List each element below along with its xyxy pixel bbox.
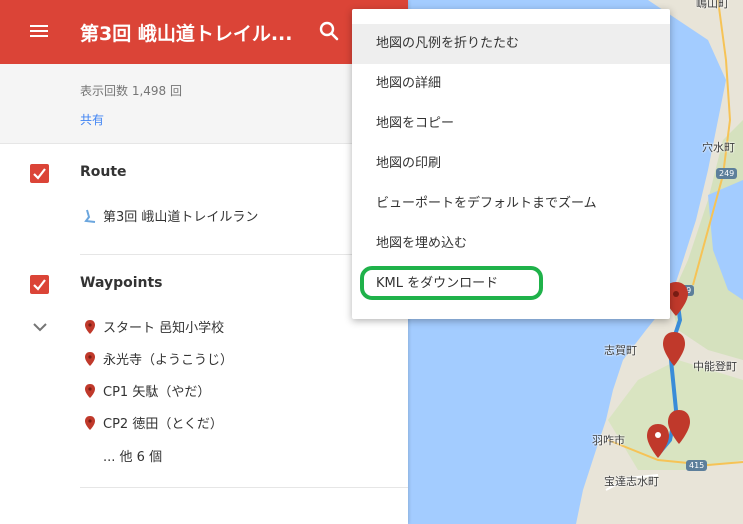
view-count: 表示回数 1,498 回 bbox=[80, 84, 182, 98]
map-pin-icon bbox=[84, 319, 98, 339]
list-item[interactable]: CP2 徳田（とくだ） bbox=[84, 413, 223, 435]
waypoint-label: 永光寺（ようこうじ） bbox=[103, 353, 234, 368]
map-label-anamizu: 穴水町 bbox=[702, 141, 735, 154]
search-icon[interactable] bbox=[316, 18, 344, 46]
waypoint-label: CP1 矢駄（やだ） bbox=[103, 385, 211, 400]
list-item[interactable]: 永光寺（ようこうじ） bbox=[84, 349, 233, 371]
map-options-menu: 地図の凡例を折りたたむ 地図の詳細 地図をコピー 地図の印刷 ビューポートをデフ… bbox=[352, 9, 670, 319]
layer-title-waypoints[interactable]: Waypoints bbox=[80, 275, 163, 291]
waypoints-layer-checkbox[interactable] bbox=[30, 275, 49, 294]
map-title[interactable]: 第3回 峨山道トレイル... bbox=[80, 19, 293, 46]
route-layer-checkbox[interactable] bbox=[30, 164, 49, 183]
menu-item-embed-map[interactable]: 地図を埋め込む bbox=[352, 224, 670, 264]
panel-header: 第3回 峨山道トレイル... bbox=[0, 0, 408, 64]
list-item[interactable]: CP1 矢駄（やだ） bbox=[84, 381, 210, 403]
menu-item-collapse-legend[interactable]: 地図の凡例を折りたたむ bbox=[352, 24, 670, 64]
menu-item-print-map[interactable]: 地図の印刷 bbox=[352, 144, 670, 184]
menu-item-zoom-default[interactable]: ビューポートをデフォルトまでズーム bbox=[352, 184, 670, 224]
route-item-label: 第3回 峨山道トレイルラン bbox=[103, 210, 259, 225]
hamburger-menu-icon[interactable] bbox=[26, 20, 52, 44]
list-item[interactable]: 第3回 峨山道トレイルラン bbox=[84, 206, 258, 228]
kml-highlight-annotation bbox=[360, 266, 543, 300]
more-items-link[interactable]: ... 他 6 個 bbox=[103, 446, 162, 465]
list-item[interactable]: スタート 邑知小学校 bbox=[84, 317, 224, 339]
route-line-icon bbox=[84, 208, 98, 228]
map-label-hakui: 羽咋市 bbox=[592, 434, 625, 447]
map-info: 表示回数 1,498 回 共有 bbox=[0, 64, 408, 144]
chevron-down-icon[interactable] bbox=[32, 318, 48, 332]
road-badge-49: 49 bbox=[678, 285, 695, 296]
map-label-shika: 志賀町 bbox=[604, 344, 637, 357]
map-label-top: 嶋山町 bbox=[696, 0, 729, 10]
map-label-nakanoto: 中能登町 bbox=[693, 360, 737, 373]
legend-panel: 第3回 峨山道トレイル... 表示回数 1,498 回 共有 Route 第3回… bbox=[0, 0, 408, 524]
waypoint-label: スタート 邑知小学校 bbox=[103, 321, 225, 336]
map-label-hodatsu: 宝達志水町 bbox=[604, 475, 659, 488]
map-pin-icon bbox=[84, 351, 98, 371]
share-link[interactable]: 共有 bbox=[80, 111, 104, 128]
road-badge-415: 415 bbox=[686, 460, 708, 471]
divider bbox=[80, 487, 408, 488]
road-badge-249: 249 bbox=[716, 168, 738, 179]
menu-item-copy-map[interactable]: 地図をコピー bbox=[352, 104, 670, 144]
waypoint-label: CP2 徳田（とくだ） bbox=[103, 417, 223, 432]
map-pin-icon bbox=[84, 415, 98, 435]
layer-title-route[interactable]: Route bbox=[80, 164, 127, 180]
map-pin-icon bbox=[84, 383, 98, 403]
menu-item-map-details[interactable]: 地図の詳細 bbox=[352, 64, 670, 104]
